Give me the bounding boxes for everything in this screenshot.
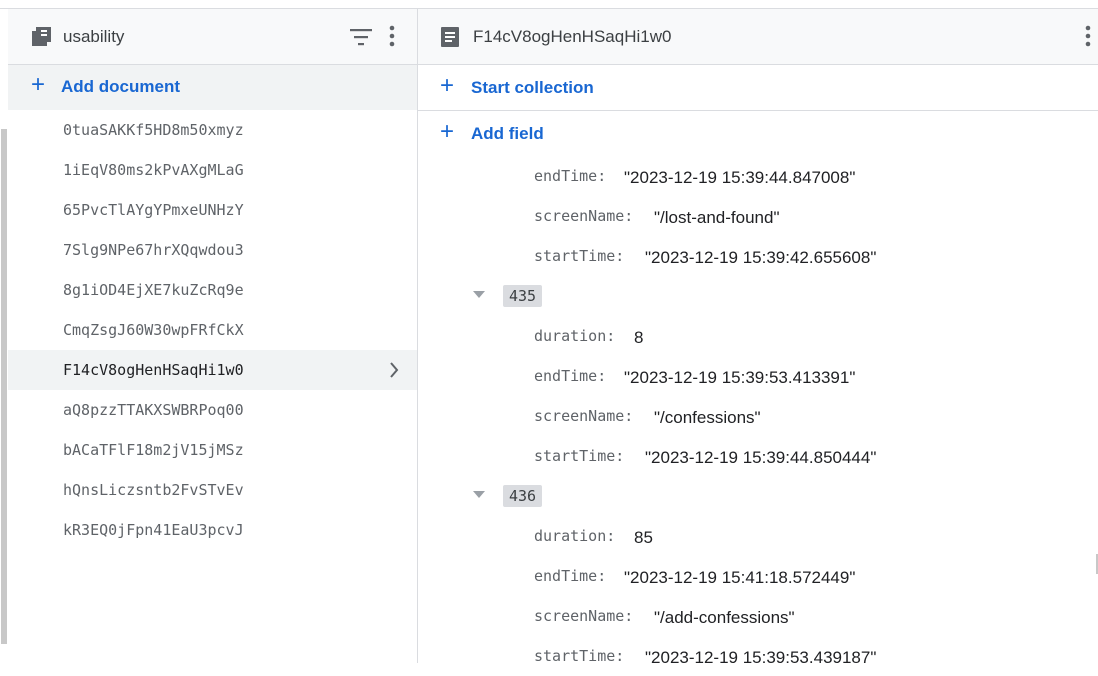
field-key: duration: — [534, 327, 616, 345]
field-value: "2023-12-19 15:39:44.847008" — [624, 168, 856, 187]
expand-triangle-icon[interactable] — [473, 291, 485, 298]
field-row[interactable]: duration: 85 — [418, 516, 1098, 556]
field-key: startTime: — [534, 647, 625, 665]
field-value: "2023-12-19 15:39:53.413391" — [624, 368, 856, 387]
document-list-item[interactable]: 0tuaSAKKf5HD8m50xmyz — [8, 110, 417, 150]
document-list-item[interactable]: hQnsLiczsntb2FvSTvEv — [8, 470, 417, 510]
document-id: kR3EQ0jFpn41EaU3pcvJ — [63, 521, 244, 539]
map-index-badge: 435 — [503, 285, 543, 307]
document-header: F14cV8ogHenHSaqHi1w0 — [418, 9, 1098, 65]
collection-panel: usability + Add document 0tuaSAKKf5HD8m5… — [8, 9, 418, 663]
field-key: screenName: — [534, 407, 634, 425]
collection-icon — [32, 27, 51, 46]
field-value: "/add-confessions" — [654, 608, 795, 627]
field-key: screenName: — [534, 207, 634, 225]
field-row[interactable]: startTime: "2023-12-19 15:39:42.655608" — [418, 236, 1098, 276]
field-key: endTime: — [534, 567, 607, 585]
document-id: F14cV8ogHenHSaqHi1w0 — [63, 361, 244, 379]
add-document-button[interactable]: + Add document — [8, 65, 417, 110]
document-list-item[interactable]: 7Slg9NPe67hrXQqwdou3 — [8, 230, 417, 270]
field-key: startTime: — [534, 247, 625, 265]
document-list: 0tuaSAKKf5HD8m50xmyz 1iEqV80ms2kPvAXgMLaG… — [8, 110, 417, 550]
field-key: screenName: — [534, 607, 634, 625]
more-vert-icon[interactable] — [386, 23, 398, 51]
field-row[interactable]: screenName: "/add-confessions" — [418, 596, 1098, 636]
top-border — [0, 0, 1098, 9]
document-list-item[interactable]: aQ8pzzTTAKXSWBRPoq00 — [8, 390, 417, 430]
left-scrollbar-thumb[interactable] — [1, 129, 7, 644]
start-collection-button[interactable]: + Start collection — [418, 65, 1098, 111]
document-id: 8g1iOD4EjXE7kuZcRq9e — [63, 281, 244, 299]
map-group-row[interactable]: 435 — [418, 276, 1098, 316]
more-vert-icon[interactable] — [1082, 23, 1094, 51]
document-panel: F14cV8ogHenHSaqHi1w0 + Start collection … — [418, 9, 1098, 667]
field-key: endTime: — [534, 367, 607, 385]
collection-title: usability — [63, 27, 125, 46]
field-row[interactable]: startTime: "2023-12-19 15:39:53.439187" — [418, 636, 1098, 676]
expand-triangle-icon[interactable] — [473, 491, 485, 498]
collection-header: usability — [8, 9, 417, 65]
field-row[interactable]: endTime: "2023-12-19 15:39:44.847008" — [418, 156, 1098, 196]
document-id: 7Slg9NPe67hrXQqwdou3 — [63, 241, 244, 259]
map-index-badge: 436 — [503, 485, 543, 507]
document-list-item[interactable]: 1iEqV80ms2kPvAXgMLaG — [8, 150, 417, 190]
field-row[interactable]: startTime: "2023-12-19 15:39:44.850444" — [418, 436, 1098, 476]
field-key: endTime: — [534, 167, 607, 185]
field-list: endTime: "2023-12-19 15:39:44.847008" scre… — [418, 156, 1098, 676]
document-id: CmqZsgJ60W30wpFRfCkX — [63, 321, 244, 339]
add-document-label: Add document — [61, 77, 180, 96]
field-value: "2023-12-19 15:39:44.850444" — [645, 448, 877, 467]
field-value: "2023-12-19 15:39:53.439187" — [645, 648, 877, 667]
field-value: "/lost-and-found" — [654, 208, 780, 227]
document-id: hQnsLiczsntb2FvSTvEv — [63, 481, 244, 499]
field-value: "2023-12-19 15:39:42.655608" — [645, 248, 877, 267]
document-list-item[interactable]: 8g1iOD4EjXE7kuZcRq9e — [8, 270, 417, 310]
field-value: 85 — [634, 528, 653, 547]
document-icon — [441, 27, 459, 47]
field-row[interactable]: duration: 8 — [418, 316, 1098, 356]
map-group-row[interactable]: 436 — [418, 476, 1098, 516]
document-id: bACaTFlF18m2jV15jMSz — [63, 441, 244, 459]
chevron-right-icon — [390, 362, 399, 378]
field-key: startTime: — [534, 447, 625, 465]
start-collection-label: Start collection — [471, 78, 594, 97]
plus-icon: + — [440, 72, 455, 99]
document-id: 65PvcTlAYgYPmxeUNHzY — [63, 201, 244, 219]
document-list-item[interactable]: F14cV8ogHenHSaqHi1w0 — [8, 350, 417, 390]
document-id: aQ8pzzTTAKXSWBRPoq00 — [63, 401, 244, 419]
plus-icon: + — [31, 71, 46, 98]
field-value: "/confessions" — [654, 408, 761, 427]
field-row[interactable]: screenName: "/lost-and-found" — [418, 196, 1098, 236]
field-key: duration: — [534, 527, 616, 545]
document-list-item[interactable]: 65PvcTlAYgYPmxeUNHzY — [8, 190, 417, 230]
document-id: 0tuaSAKKf5HD8m50xmyz — [63, 121, 244, 139]
field-value: 8 — [634, 328, 644, 347]
plus-icon: + — [440, 118, 455, 145]
field-row[interactable]: screenName: "/confessions" — [418, 396, 1098, 436]
field-row[interactable]: endTime: "2023-12-19 15:41:18.572449" — [418, 556, 1098, 596]
add-field-button[interactable]: + Add field — [418, 111, 1098, 156]
document-list-item[interactable]: bACaTFlF18m2jV15jMSz — [8, 430, 417, 470]
document-id: 1iEqV80ms2kPvAXgMLaG — [63, 161, 244, 179]
document-list-item[interactable]: kR3EQ0jFpn41EaU3pcvJ — [8, 510, 417, 550]
document-list-item[interactable]: CmqZsgJ60W30wpFRfCkX — [8, 310, 417, 350]
field-row[interactable]: endTime: "2023-12-19 15:39:53.413391" — [418, 356, 1098, 396]
document-title: F14cV8ogHenHSaqHi1w0 — [473, 27, 672, 46]
add-field-label: Add field — [471, 124, 544, 143]
field-value: "2023-12-19 15:41:18.572449" — [624, 568, 856, 587]
filter-icon[interactable] — [349, 27, 373, 47]
